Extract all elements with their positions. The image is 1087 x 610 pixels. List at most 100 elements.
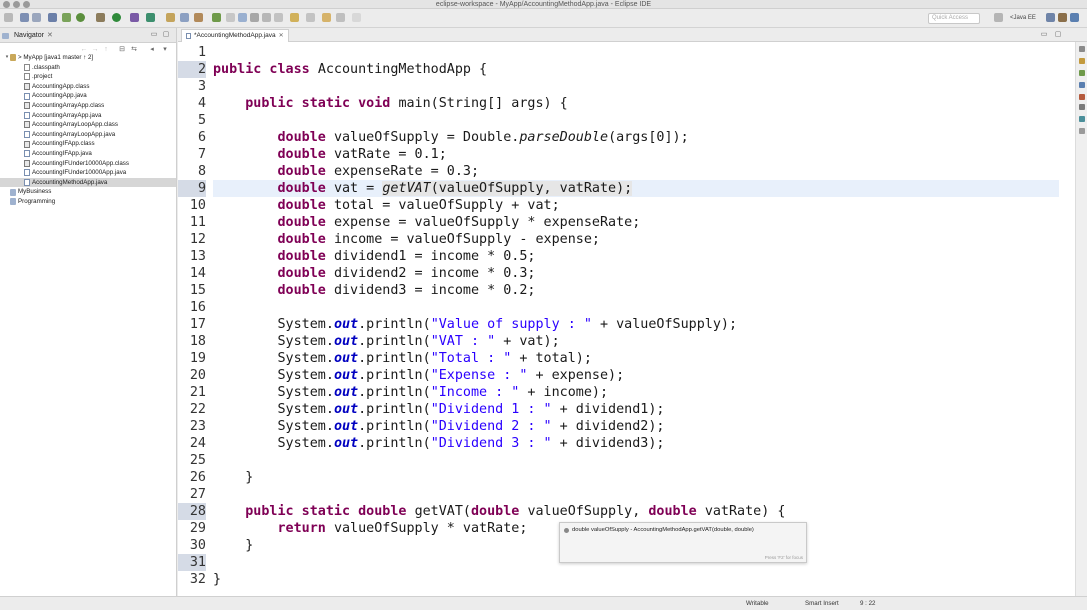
console-icon[interactable]: [1079, 104, 1085, 110]
tree-item[interactable]: AccountingArrayApp.class: [0, 101, 176, 111]
code-line[interactable]: 24 System.out.println("Dividend 3 : " + …: [178, 435, 1075, 452]
code-line[interactable]: 21 System.out.println("Income : " + inco…: [178, 384, 1075, 401]
debug-icon[interactable]: [76, 13, 85, 22]
paragraph-icon[interactable]: [274, 13, 283, 22]
task-list-icon[interactable]: [1079, 82, 1085, 88]
new-java-class-icon[interactable]: [146, 13, 155, 22]
code-line[interactable]: 19 System.out.println("Total : " + total…: [178, 350, 1075, 367]
code-token: double: [277, 232, 334, 247]
word-wrap-icon[interactable]: [238, 13, 247, 22]
server-icon[interactable]: [96, 13, 105, 22]
close-icon[interactable]: ✕: [47, 28, 53, 43]
code-line[interactable]: 10 double total = valueOfSupply + vat;: [178, 197, 1075, 214]
code-line[interactable]: 3: [178, 78, 1075, 95]
code-text: System.out.println("Dividend 1 : " + div…: [213, 401, 664, 418]
show-whitespace-icon[interactable]: [262, 13, 271, 22]
file-icon: [24, 63, 30, 71]
code-line[interactable]: 17 System.out.println("Value of supply :…: [178, 316, 1075, 333]
toggle-mark-occurrences-icon[interactable]: [226, 13, 235, 22]
quick-access-input[interactable]: Quick Access: [928, 13, 980, 24]
next-annotation-icon[interactable]: [290, 13, 299, 22]
run-icon[interactable]: [112, 13, 121, 22]
code-token: AccountingMethodApp {: [317, 62, 488, 77]
open-perspective-icon[interactable]: [994, 13, 1003, 22]
code-line[interactable]: 15 double dividend3 = income * 0.2;: [178, 282, 1075, 299]
code-line[interactable]: 16: [178, 299, 1075, 316]
editor-tab-accountingmethodapp[interactable]: *AccountingMethodApp.java ✕: [181, 29, 289, 42]
code-line[interactable]: 5: [178, 112, 1075, 129]
tree-item[interactable]: AccountingIFUnder10000App.class: [0, 159, 176, 169]
java-perspective-icon[interactable]: [1058, 13, 1067, 22]
code-line[interactable]: 20 System.out.println("Expense : " + exp…: [178, 367, 1075, 384]
back-icon[interactable]: [336, 13, 345, 22]
package-explorer-icon[interactable]: [1079, 58, 1085, 64]
tree-item[interactable]: AccountingApp.class: [0, 82, 176, 92]
tree-item[interactable]: Programming: [0, 197, 176, 207]
open-type-icon[interactable]: [166, 13, 175, 22]
close-tab-icon[interactable]: ✕: [279, 30, 284, 42]
tree-item[interactable]: AccountingIFApp.java: [0, 149, 176, 159]
code-token: .println(: [358, 419, 431, 434]
tree-item[interactable]: AccountingIFApp.class: [0, 139, 176, 149]
tree-item[interactable]: AccountingArrayLoopApp.class: [0, 120, 176, 130]
annotation-icon[interactable]: [212, 13, 221, 22]
code-line[interactable]: 32}: [178, 571, 1075, 588]
tree-item[interactable]: .project: [0, 72, 176, 82]
code-line[interactable]: 8 double expenseRate = 0.3;: [178, 163, 1075, 180]
code-line[interactable]: 12 double income = valueOfSupply - expen…: [178, 231, 1075, 248]
code-line[interactable]: 13 double dividend1 = income * 0.5;: [178, 248, 1075, 265]
minimize-icon[interactable]: ▭: [150, 31, 158, 39]
block-selection-icon[interactable]: [250, 13, 259, 22]
outline-icon[interactable]: [1079, 70, 1085, 76]
code-line[interactable]: 9 double vat = getVAT(valueOfSupply, vat…: [178, 180, 1075, 197]
external-tools-icon[interactable]: [130, 13, 139, 22]
code-line[interactable]: 27: [178, 486, 1075, 503]
maximize-icon[interactable]: ▢: [162, 31, 170, 39]
tree-item[interactable]: MyBusiness: [0, 187, 176, 197]
save-icon[interactable]: [20, 13, 29, 22]
code-line[interactable]: 23 System.out.println("Dividend 2 : " + …: [178, 418, 1075, 435]
restore-icon[interactable]: [1079, 46, 1085, 52]
code-line[interactable]: 28 public static double getVAT(double va…: [178, 503, 1075, 520]
code-editor[interactable]: 1 2 public class AccountingMethodApp {3 4 p…: [178, 44, 1075, 596]
debug-perspective-icon[interactable]: [1070, 13, 1079, 22]
data-source-icon[interactable]: [1079, 128, 1085, 134]
code-line[interactable]: 18 System.out.println("VAT : " + vat);: [178, 333, 1075, 350]
tree-item[interactable]: AccountingArrayLoopApp.java: [0, 130, 176, 140]
code-line[interactable]: 6 double valueOfSupply = Double.parseDou…: [178, 129, 1075, 146]
forward-icon[interactable]: [352, 13, 361, 22]
skip-breakpoints-icon[interactable]: [62, 13, 71, 22]
code-token: "Dividend 3 : ": [430, 436, 552, 451]
tools-icon[interactable]: [48, 13, 57, 22]
status-insert-mode[interactable]: Smart Insert: [805, 597, 839, 610]
minimize-icon[interactable]: ▭: [1040, 31, 1048, 39]
tree-item[interactable]: AccountingIFUnder10000App.java: [0, 168, 176, 178]
previous-annotation-icon[interactable]: [306, 13, 315, 22]
code-line[interactable]: 4 public static void main(String[] args)…: [178, 95, 1075, 112]
save-all-icon[interactable]: [32, 13, 41, 22]
code-line[interactable]: 22 System.out.println("Dividend 1 : " + …: [178, 401, 1075, 418]
code-line[interactable]: 7 double vatRate = 0.1;: [178, 146, 1075, 163]
new-icon[interactable]: [4, 13, 13, 22]
code-line[interactable]: 2 public class AccountingMethodApp {: [178, 61, 1075, 78]
tree-item[interactable]: AccountingApp.java: [0, 91, 176, 101]
search-icon[interactable]: [180, 13, 189, 22]
code-line[interactable]: 11 double expense = valueOfSupply * expe…: [178, 214, 1075, 231]
open-task-icon[interactable]: [194, 13, 203, 22]
code-line[interactable]: 14 double dividend2 = income * 0.3;: [178, 265, 1075, 282]
perspective-java-ee[interactable]: <Java EE: [1010, 13, 1036, 24]
navigator-tab[interactable]: Navigator ✕: [2, 28, 53, 43]
line-number: 14: [189, 266, 206, 281]
tree-item[interactable]: ▾ > MyApp [java1 master ↑ 2]: [0, 53, 176, 63]
code-line[interactable]: 25: [178, 452, 1075, 469]
code-line[interactable]: 26 }: [178, 469, 1075, 486]
problems-icon[interactable]: [1079, 94, 1085, 100]
maximize-icon[interactable]: ▢: [1054, 31, 1062, 39]
tree-item[interactable]: AccountingArrayApp.java: [0, 111, 176, 121]
code-line[interactable]: 1: [178, 44, 1075, 61]
servers-icon[interactable]: [1079, 116, 1085, 122]
last-edit-icon[interactable]: [322, 13, 331, 22]
java-ee-perspective-icon[interactable]: [1046, 13, 1055, 22]
tree-item[interactable]: AccountingMethodApp.java: [0, 177, 176, 188]
tree-item[interactable]: .classpath: [0, 63, 176, 73]
